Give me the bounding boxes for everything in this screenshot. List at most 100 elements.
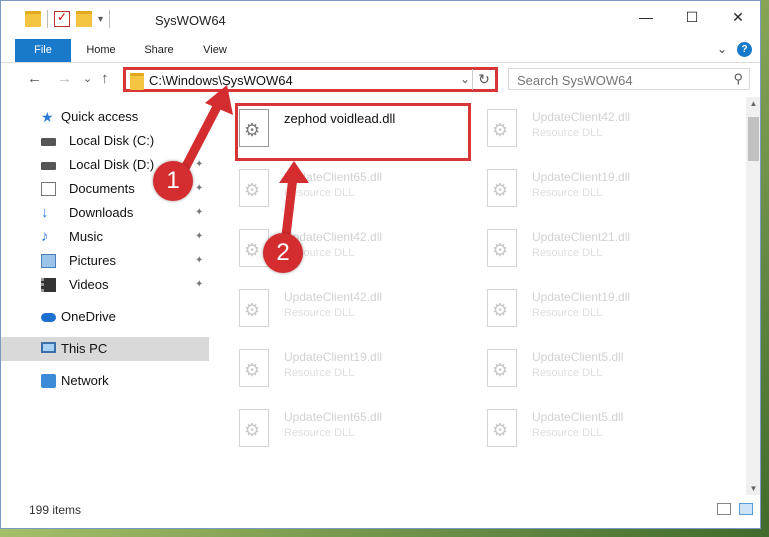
dll-file-icon [487,349,517,387]
pin-icon[interactable]: ✦ [195,225,203,249]
refresh-icon[interactable]: ↻ [472,69,495,90]
help-icon[interactable]: ? [737,42,752,57]
dll-file-icon [239,289,269,327]
file-tile[interactable]: UpdateClient65.dll Resource DLL [221,401,461,456]
drive-icon [41,162,56,170]
computer-icon [41,342,56,353]
cloud-icon [41,313,56,322]
dll-file-icon [487,289,517,327]
new-folder-icon[interactable] [76,11,92,27]
tab-share[interactable]: Share [135,39,183,62]
pin-icon[interactable]: ✦ [195,201,203,225]
pin-icon[interactable]: ✦ [195,249,203,273]
item-count: 199 items [29,503,82,517]
sidebar-item-pictures[interactable]: Pictures ✦ [1,249,209,273]
file-tile[interactable]: UpdateClient42.dll Resource DLL [469,101,709,156]
vertical-scrollbar[interactable]: ▲ ▼ [746,97,760,495]
sidebar-item-onedrive[interactable]: OneDrive [1,305,209,329]
sidebar-item-label: Downloads [69,205,134,220]
file-name: UpdateClient19.dll [532,290,631,304]
sidebar-item-videos[interactable]: Videos ✦ [1,273,209,297]
status-bar: 199 items [1,499,760,521]
file-tile[interactable]: UpdateClient5.dll Resource DLL [469,401,709,456]
sidebar-item-network[interactable]: Network [1,369,209,393]
recent-locations-button[interactable]: ⌄ [83,72,92,85]
file-tile[interactable]: UpdateClient21.dll Resource DLL [469,221,709,276]
file-tile[interactable]: UpdateClient42.dll Resource DLL [221,221,461,276]
file-type: Resource DLL [532,427,603,439]
sidebar-item-this-pc[interactable]: This PC [1,337,209,361]
pictures-icon [41,254,56,268]
address-dropdown-icon[interactable]: ⌄ [460,72,470,86]
pin-icon[interactable]: ✦ [195,273,203,297]
dll-file-icon [487,409,517,447]
file-name: UpdateClient19.dll [532,170,631,184]
file-name: UpdateClient5.dll [532,410,624,424]
properties-icon[interactable] [54,10,70,27]
tab-file[interactable]: File [15,39,71,62]
search-box[interactable]: ⚲ [508,68,750,90]
dll-file-icon [239,349,269,387]
details-view-icon[interactable] [717,503,731,515]
ribbon-tabs: File Home Share View ⌄ ? [1,39,760,63]
file-tile[interactable]: UpdateClient42.dll Resource DLL [221,281,461,336]
star-icon: ★ [41,109,54,125]
file-tile[interactable]: UpdateClient19.dll Resource DLL [221,341,461,396]
step-1-badge: 1 [153,161,193,201]
dll-file-icon [239,109,269,147]
folder-icon [25,11,41,27]
sidebar-item-label: This PC [61,341,108,356]
close-button[interactable]: ✕ [715,1,760,33]
scroll-down-icon[interactable]: ▼ [746,484,760,493]
folder-icon [130,73,144,90]
file-name: zephod voidlead.dll [284,111,396,126]
back-button[interactable]: ← [27,70,42,87]
file-name: UpdateClient42.dll [532,110,631,124]
file-type: Resource DLL [532,187,603,199]
tab-view[interactable]: View [191,39,239,62]
sidebar-item-label: Documents [69,181,135,196]
sidebar-item-music[interactable]: ♪ Music ✦ [1,225,209,249]
sidebar-item-label: Local Disk (D:) [69,157,155,172]
scrollbar-thumb[interactable] [748,117,759,161]
sidebar-item-label: Videos [69,277,109,292]
maximize-button[interactable]: ☐ [669,1,715,33]
window-title: SysWOW64 [155,13,226,28]
up-button[interactable]: ↑ [101,70,109,87]
search-input[interactable] [515,70,719,90]
forward-button[interactable]: → [57,70,72,87]
videos-icon [41,278,56,292]
step-2-badge: 2 [263,233,303,273]
file-tile[interactable]: UpdateClient5.dll Resource DLL [469,341,709,396]
minimize-button[interactable]: — [623,1,669,33]
large-icons-view-icon[interactable] [739,503,753,515]
file-explorer-window: ▾ SysWOW64 — ☐ ✕ File Home Share View ⌄ … [0,0,761,529]
file-name: UpdateClient5.dll [532,350,624,364]
sidebar-item-label: Pictures [69,253,116,268]
file-tile[interactable]: UpdateClient19.dll Resource DLL [469,281,709,336]
file-type: Resource DLL [284,367,355,379]
file-tile[interactable]: UpdateClient19.dll Resource DLL [469,161,709,216]
toolbar-separator [109,10,111,28]
scroll-up-icon[interactable]: ▲ [746,99,760,108]
documents-icon [41,182,56,196]
file-tile[interactable]: UpdateClient65.dll Resource DLL [221,161,461,216]
tab-home[interactable]: Home [77,39,125,62]
file-type: Resource DLL [532,367,603,379]
search-icon[interactable]: ⚲ [733,71,743,87]
title-bar: ▾ SysWOW64 — ☐ ✕ [1,1,760,39]
sidebar-item-label: Local Disk (C:) [69,133,155,148]
sidebar-item-downloads[interactable]: ↓ Downloads ✦ [1,201,209,225]
toolbar-separator [47,10,48,28]
file-list: zephod voidlead.dll UpdateClient65.dll R… [221,97,744,495]
quick-access-toolbar: ▾ [25,10,111,28]
dll-file-icon [487,229,517,267]
customize-toolbar-icon[interactable]: ▾ [98,14,103,25]
ribbon-collapse-icon[interactable]: ⌄ [717,42,727,57]
file-tile-highlighted[interactable]: zephod voidlead.dll [221,101,461,156]
download-icon: ↓ [41,204,49,221]
sidebar-item-label: Network [61,373,109,388]
file-type: Resource DLL [284,427,355,439]
drive-icon [41,138,56,146]
network-icon [41,374,56,388]
